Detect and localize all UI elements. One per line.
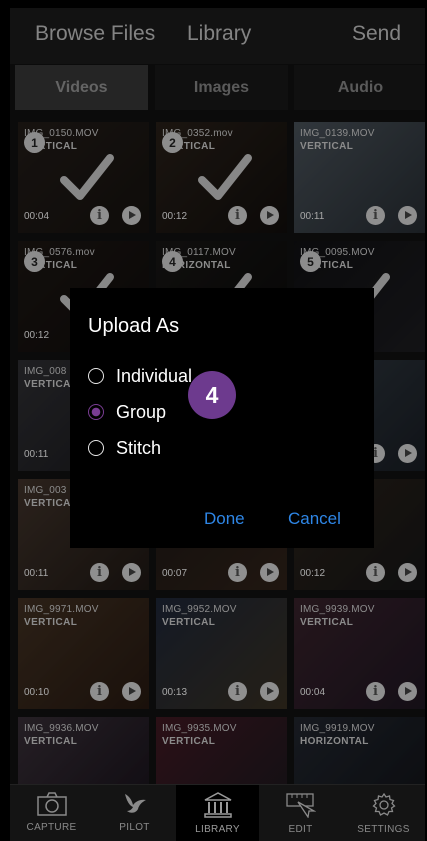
nav-settings[interactable]: SETTINGS (342, 785, 425, 841)
selection-count-badge: 4 (188, 371, 236, 419)
bottom-nav: CAPTURE PILOT LIBRARY EDIT SETTINGS (10, 784, 425, 841)
nav-settings-label: SETTINGS (357, 824, 410, 835)
option-individual-label: Individual (116, 365, 193, 386)
gear-icon (371, 792, 396, 816)
nav-pilot-label: PILOT (119, 822, 150, 833)
nav-edit[interactable]: EDIT (259, 785, 342, 841)
nav-edit-label: EDIT (288, 824, 313, 835)
edit-icon (285, 793, 316, 818)
nav-library[interactable]: LIBRARY (176, 785, 259, 841)
radio-stitch[interactable] (88, 440, 104, 456)
option-stitch-label: Stitch (116, 437, 162, 458)
nav-pilot[interactable]: PILOT (93, 785, 176, 841)
library-icon (203, 792, 232, 818)
nav-capture-label: CAPTURE (26, 822, 77, 833)
option-stitch[interactable]: Stitch (88, 436, 161, 460)
dialog-title: Upload As (88, 315, 180, 337)
radio-group[interactable] (88, 404, 104, 420)
cancel-button[interactable]: Cancel (288, 509, 341, 529)
option-group-label: Group (116, 401, 167, 422)
bird-icon (124, 794, 146, 813)
modal-overlay: Upload As Individual Group Stitch 4 Done… (10, 8, 425, 784)
camera-icon (36, 792, 67, 816)
upload-as-dialog: Upload As Individual Group Stitch 4 Done… (70, 288, 374, 548)
option-group[interactable]: Group (88, 400, 166, 424)
nav-capture[interactable]: CAPTURE (10, 785, 93, 841)
app-window: Browse Files Library Send Videos Images … (10, 8, 425, 841)
option-individual[interactable]: Individual (88, 364, 192, 388)
radio-individual[interactable] (88, 368, 104, 384)
done-button[interactable]: Done (204, 509, 245, 529)
nav-library-label: LIBRARY (195, 824, 240, 835)
